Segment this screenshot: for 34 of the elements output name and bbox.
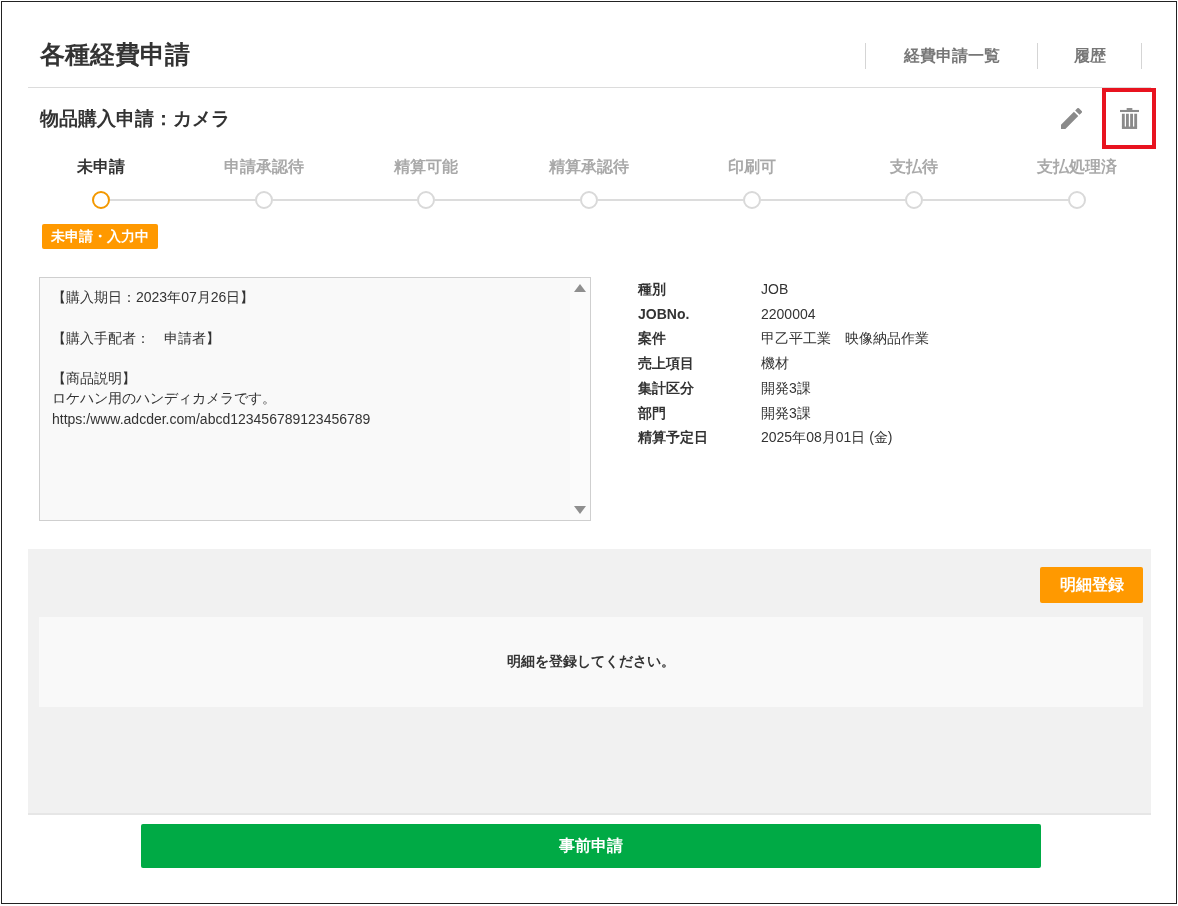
detail-label: 部門 — [638, 403, 667, 423]
nav-link[interactable]: 履歴 — [1037, 42, 1141, 69]
submit-button[interactable]: 事前申請 — [140, 824, 1041, 868]
detail-value: 開発3課 — [761, 403, 812, 423]
description-field[interactable]: 【購入期日：2023年07月26日】 【購入手配者： 申請者】 【商品説明】 ロケハン用のハンディカメラです。 https:/www.adcder.com/abcd123456789123456789 — [39, 277, 591, 521]
detail-value: 機材 — [761, 354, 790, 374]
nav-link[interactable]: 経費申請一覧 — [865, 42, 1037, 69]
step-label: 印刷可 — [727, 157, 776, 177]
trash-icon — [1119, 108, 1139, 129]
detail-label: 種別 — [638, 280, 667, 299]
scroll-down-icon[interactable] — [574, 506, 586, 514]
step-label: 支払待 — [890, 157, 939, 177]
step-label: 未申請 — [77, 157, 126, 177]
detail-value: JOB — [761, 280, 790, 299]
pencil-icon — [1060, 108, 1082, 129]
detail-label: JOBNo. — [638, 304, 691, 324]
status-badge: 未申請・入力中 — [42, 224, 158, 249]
detail-label: 売上項目 — [638, 354, 695, 374]
step-label: 精算可能 — [394, 157, 459, 177]
detail-value: 甲乙平工業 映像納品作業 — [761, 329, 929, 349]
step-label: 支払処理済 — [1036, 157, 1117, 177]
delete-button[interactable] — [1102, 88, 1156, 149]
step-label: 精算承認待 — [549, 157, 629, 177]
page-title: 各種経費申請 — [40, 38, 190, 70]
detail-value: 2200004 — [761, 304, 817, 324]
detail-value: 開発3課 — [761, 378, 812, 398]
scroll-up-icon[interactable] — [574, 284, 586, 292]
request-title: 物品購入申請：カメラ — [40, 107, 230, 131]
empty-message: 明細を登録してください。 — [507, 653, 675, 671]
detail-value: 2025年08月01日 (金) — [761, 428, 894, 448]
detail-label: 精算予定日 — [638, 428, 709, 448]
detail-label: 集計区分 — [638, 378, 695, 398]
step-label: 申請承認待 — [223, 157, 304, 177]
detail-label: 案件 — [638, 329, 667, 349]
